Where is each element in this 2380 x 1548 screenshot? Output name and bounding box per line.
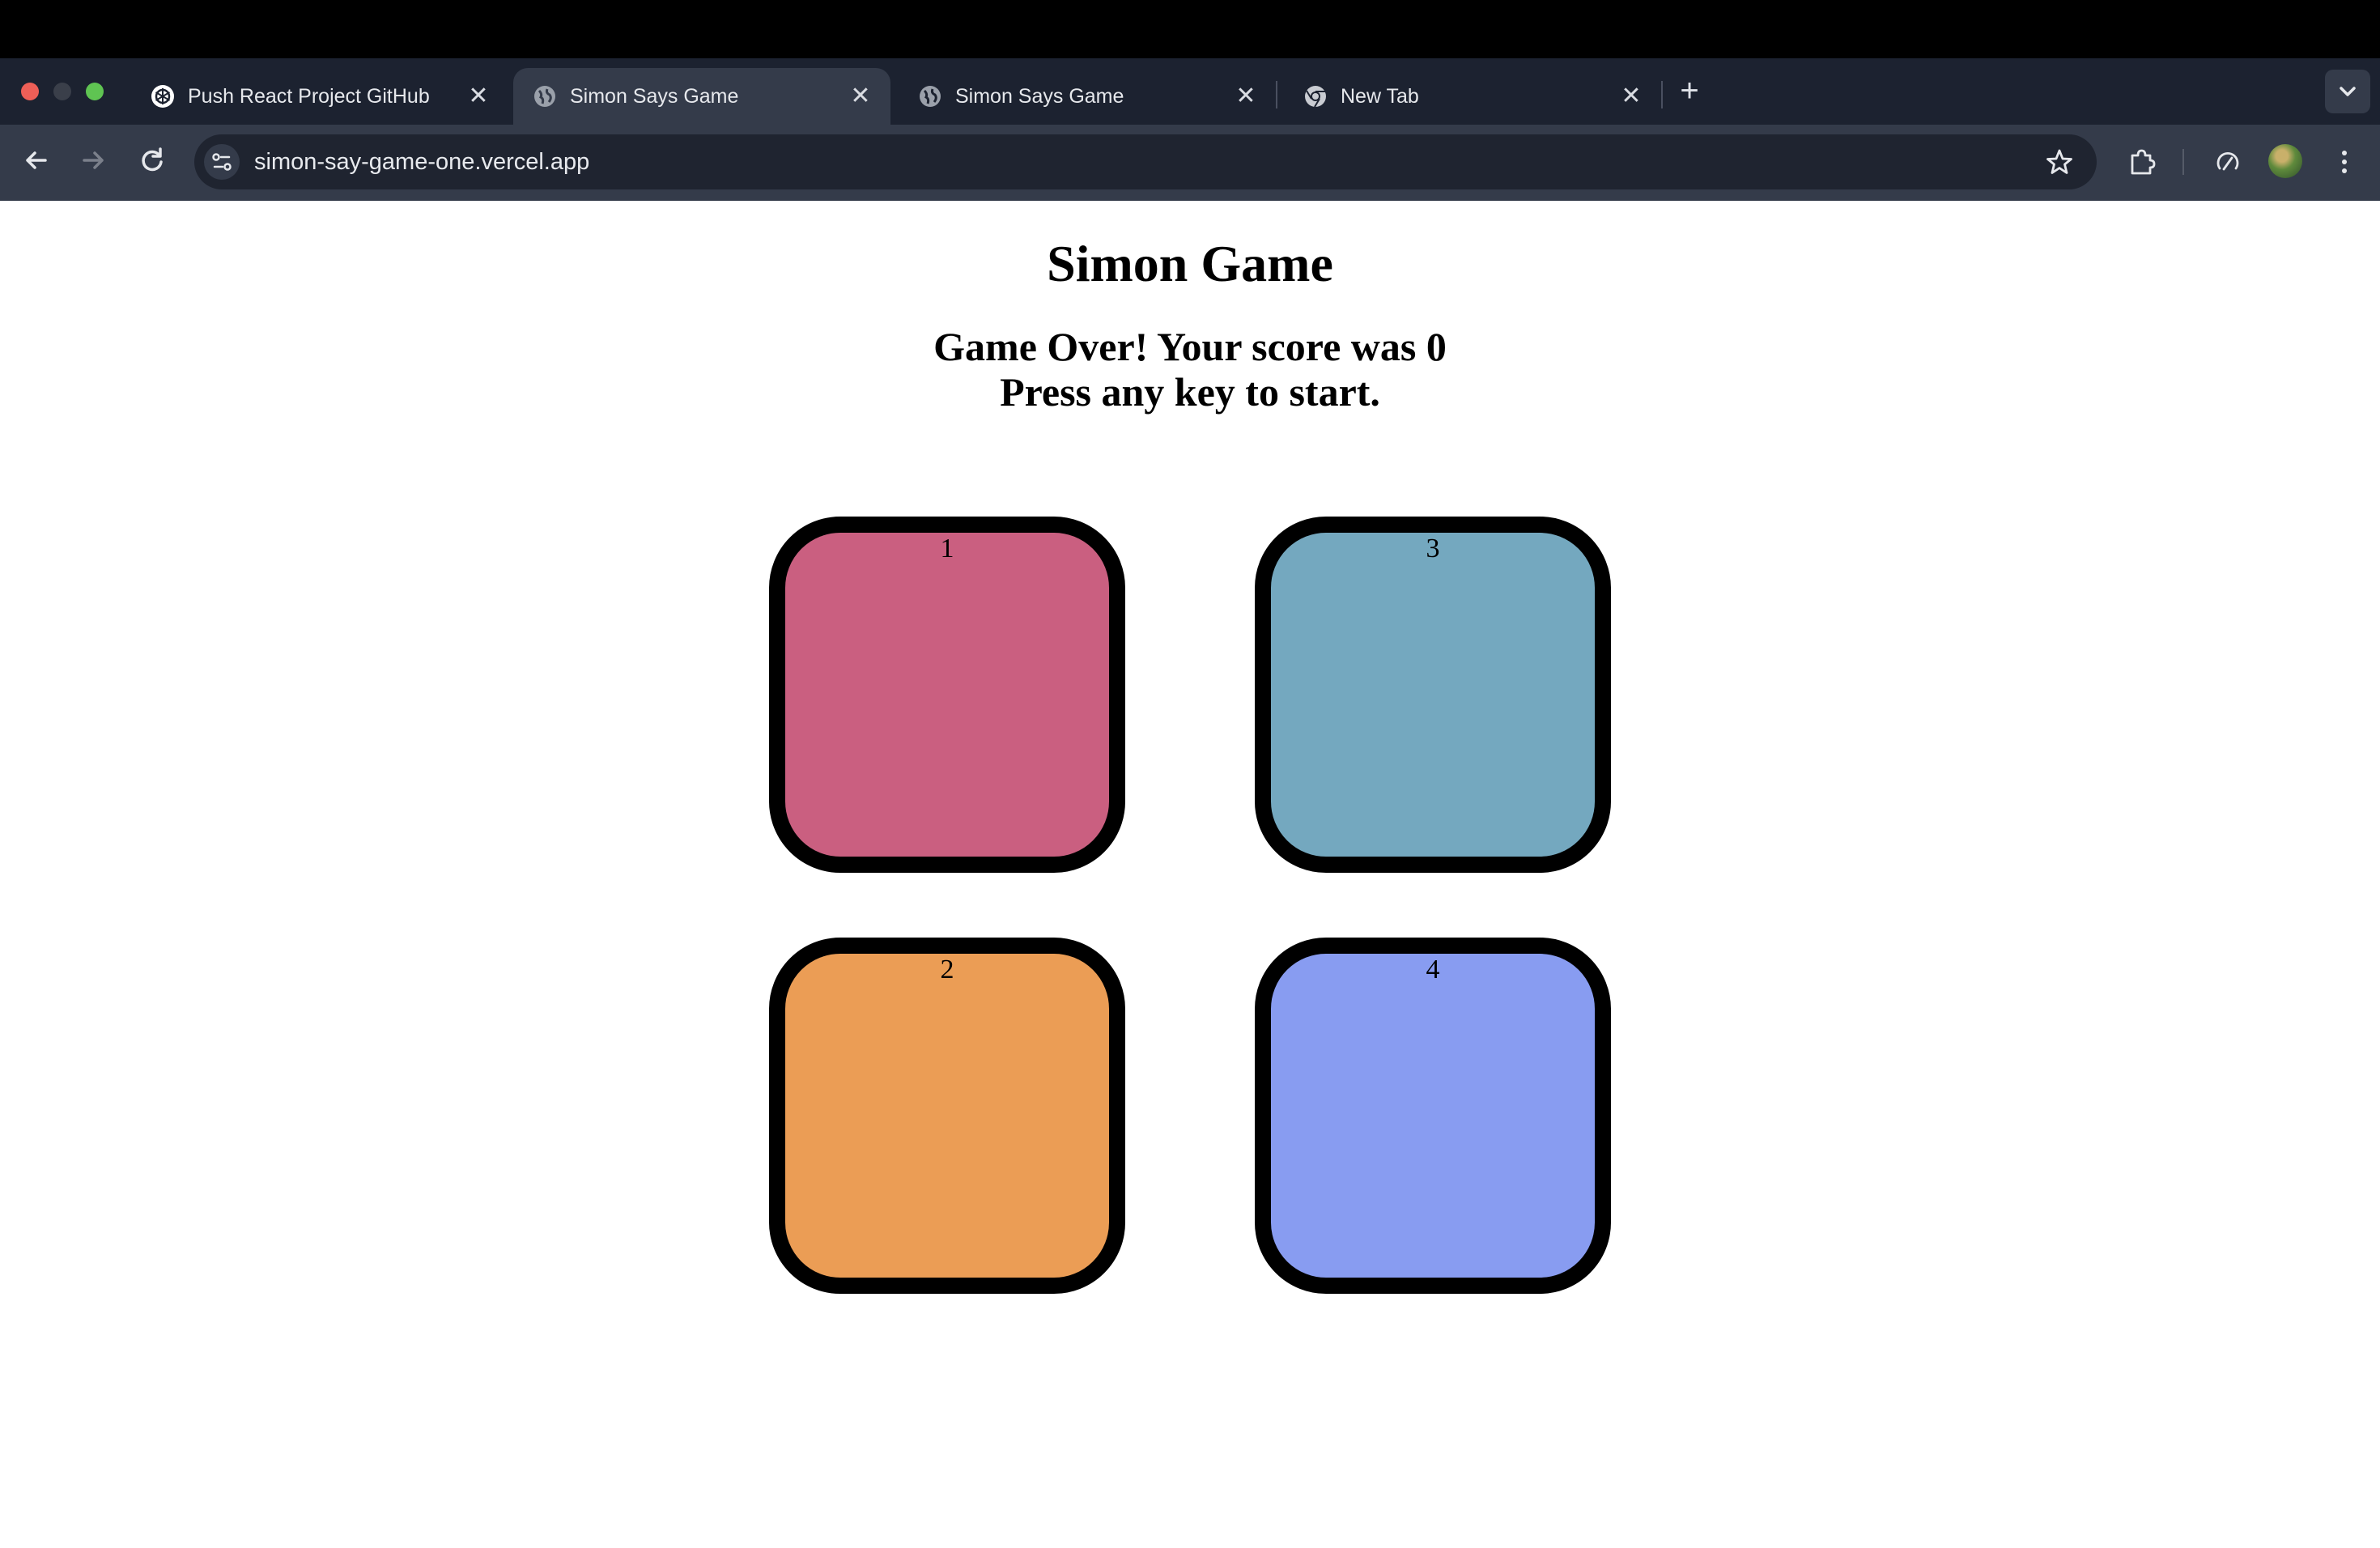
browser-menu-button[interactable] <box>2327 144 2362 180</box>
performance-button[interactable] <box>2210 144 2246 180</box>
maximize-window-button[interactable] <box>86 83 104 100</box>
tab-divider <box>1276 81 1277 108</box>
tab-title: Simon Says Game <box>955 85 1124 108</box>
tab-title: New Tab <box>1341 85 1419 108</box>
globe-icon <box>918 84 942 108</box>
more-vertical-icon <box>2327 151 2362 183</box>
forward-button[interactable] <box>76 142 112 178</box>
simon-button-4[interactable]: 4 <box>1255 938 1611 1294</box>
button-number: 3 <box>1426 534 1440 563</box>
chatgpt-icon <box>151 84 175 108</box>
button-number: 1 <box>940 534 954 563</box>
tab-search-button[interactable] <box>2325 70 2370 113</box>
screen-top-bar <box>0 0 2380 58</box>
tab-title: Push React Project GitHub <box>188 85 430 108</box>
speedometer-icon <box>2210 151 2246 183</box>
minimize-window-button[interactable] <box>53 83 71 100</box>
button-number: 4 <box>1426 955 1440 985</box>
tab-simon-says-game-active[interactable]: Simon Says Game ✕ <box>513 68 890 125</box>
close-tab-button[interactable]: ✕ <box>1234 83 1258 110</box>
simon-button-1[interactable]: 1 <box>769 517 1125 873</box>
back-button[interactable] <box>18 142 53 178</box>
simon-button-2[interactable]: 2 <box>769 938 1125 1294</box>
url-text[interactable]: simon-say-game-one.vercel.app <box>254 147 589 176</box>
bookmark-button[interactable] <box>2042 144 2077 180</box>
reload-button[interactable] <box>134 142 170 178</box>
start-instruction: Press any key to start. <box>1000 369 1380 415</box>
close-tab-button[interactable]: ✕ <box>848 83 873 110</box>
tab-title: Simon Says Game <box>570 85 739 108</box>
star-icon <box>2042 149 2077 183</box>
tab-new-tab[interactable]: New Tab ✕ <box>1284 68 1661 125</box>
tab-simon-says-game[interactable]: Simon Says Game ✕ <box>899 68 1276 125</box>
chrome-icon <box>1303 84 1328 108</box>
close-window-button[interactable] <box>21 83 39 100</box>
extensions-button[interactable] <box>2124 144 2160 180</box>
simon-button-3[interactable]: 3 <box>1255 517 1611 873</box>
game-status: Game Over! Your score was 0 Press any ke… <box>0 324 2380 415</box>
new-tab-button[interactable]: + <box>1677 74 1702 107</box>
tab-divider <box>1661 81 1663 108</box>
globe-icon <box>533 84 557 108</box>
close-tab-button[interactable]: ✕ <box>466 83 491 110</box>
puzzle-icon <box>2124 149 2160 183</box>
chevron-down-icon <box>2325 87 2370 117</box>
page-content: Simon Game Game Over! Your score was 0 P… <box>0 201 2380 1548</box>
tune-icon <box>204 153 240 183</box>
toolbar-divider <box>2182 149 2184 175</box>
close-tab-button[interactable]: ✕ <box>1619 83 1643 110</box>
game-over-message: Game Over! Your score was 0 <box>933 324 1447 369</box>
button-number: 2 <box>940 955 954 985</box>
arrow-left-icon <box>18 151 53 181</box>
tab-push-react-project[interactable]: Push React Project GitHub ✕ <box>131 68 508 125</box>
site-info-button[interactable] <box>204 144 240 180</box>
profile-avatar[interactable] <box>2268 144 2302 178</box>
reload-icon <box>134 147 170 181</box>
page-title: Simon Game <box>1047 235 1333 292</box>
arrow-right-icon <box>76 151 112 181</box>
